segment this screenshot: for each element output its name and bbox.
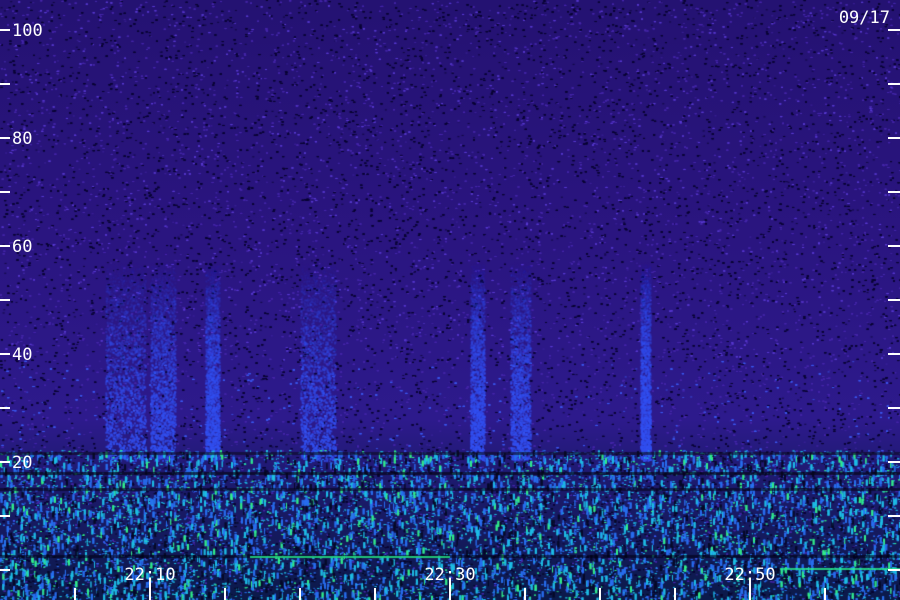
date-label: 09/17 xyxy=(839,8,890,28)
spectrogram: 09/17 20 40 60 80 100 22:10 22:30 22:50 xyxy=(0,0,900,600)
y-tick-label: 40 xyxy=(12,345,32,365)
x-tick-label: 22:50 xyxy=(724,565,775,585)
spectrogram-axes: 09/17 20 40 60 80 100 22:10 22:30 22:50 xyxy=(0,8,900,600)
x-tick-label: 22:30 xyxy=(424,565,475,585)
x-tick-label: 22:10 xyxy=(124,565,175,585)
y-tick-label: 60 xyxy=(12,237,32,257)
y-tick-label: 80 xyxy=(12,129,32,149)
y-tick-label: 100 xyxy=(12,21,43,41)
y-tick-label: 20 xyxy=(12,453,32,473)
